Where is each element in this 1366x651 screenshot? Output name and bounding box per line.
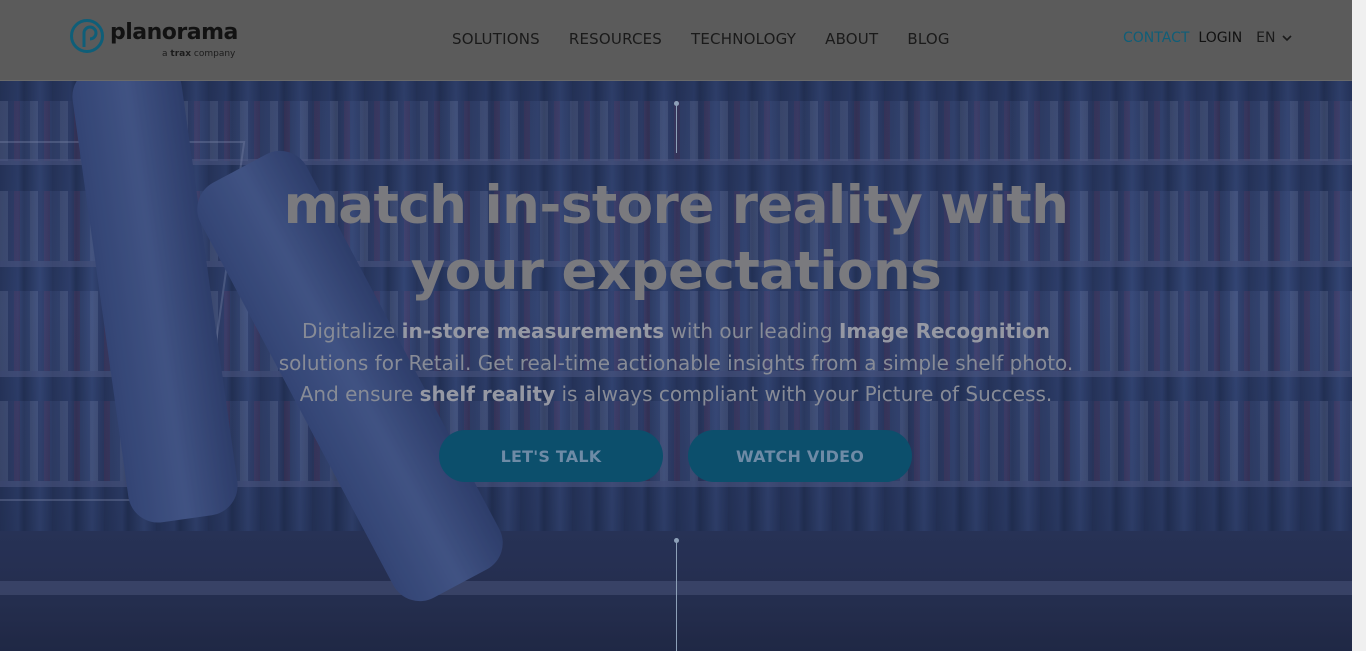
planorama-logo-icon: [70, 19, 104, 53]
hero-highlight: Image Recognition: [838, 319, 1050, 343]
brand-tagline-bold: trax: [170, 49, 192, 59]
page-scrollbar[interactable]: [1352, 0, 1366, 651]
hero-headline-line2: your expectations: [410, 241, 942, 302]
hero-highlight: in-store measurements: [401, 319, 665, 343]
brand-name: planorama: [110, 20, 238, 45]
nav-item-technology[interactable]: TECHNOLOGY: [691, 30, 796, 48]
language-label: EN: [1256, 30, 1276, 46]
brand-tagline: a trax company: [162, 49, 235, 59]
hero-section: match in-store reality with your expecta…: [0, 81, 1352, 651]
main-nav: SOLUTIONS RESOURCES TECHNOLOGY ABOUT BLO…: [452, 30, 979, 48]
nav-item-resources[interactable]: RESOURCES: [569, 30, 662, 48]
language-selector[interactable]: EN: [1256, 30, 1292, 46]
login-link[interactable]: LOGIN: [1198, 30, 1242, 46]
decor-line-top: [676, 103, 677, 153]
hero-text: with our leading: [664, 319, 839, 343]
contact-link[interactable]: CONTACT: [1123, 30, 1189, 46]
chevron-down-icon: [1281, 34, 1292, 41]
brand-logo[interactable]: planorama a trax company: [70, 19, 240, 63]
utility-nav: CONTACT LOGIN EN: [1123, 30, 1292, 46]
decor-line-bottom: [676, 541, 677, 651]
site-header: planorama a trax company SOLUTIONS RESOU…: [0, 0, 1352, 81]
brand-tagline-suffix: company: [193, 49, 236, 59]
brand-tagline-prefix: a: [162, 49, 168, 59]
nav-item-about[interactable]: ABOUT: [825, 30, 878, 48]
lets-talk-button[interactable]: LET'S TALK: [439, 430, 663, 482]
nav-item-blog[interactable]: BLOG: [907, 30, 949, 48]
hero-highlight: shelf reality: [419, 382, 556, 406]
hero-text: Digitalize: [302, 319, 402, 343]
hero-text: is always compliant with your Picture of…: [555, 382, 1053, 406]
nav-item-solutions[interactable]: SOLUTIONS: [452, 30, 540, 48]
watch-video-button[interactable]: WATCH VIDEO: [688, 430, 912, 482]
hero-description: Digitalize in-store measurements with ou…: [270, 316, 1082, 411]
hero-headline-line1: match in-store reality with: [283, 175, 1069, 236]
hero-headline: match in-store reality with your expecta…: [0, 173, 1352, 305]
